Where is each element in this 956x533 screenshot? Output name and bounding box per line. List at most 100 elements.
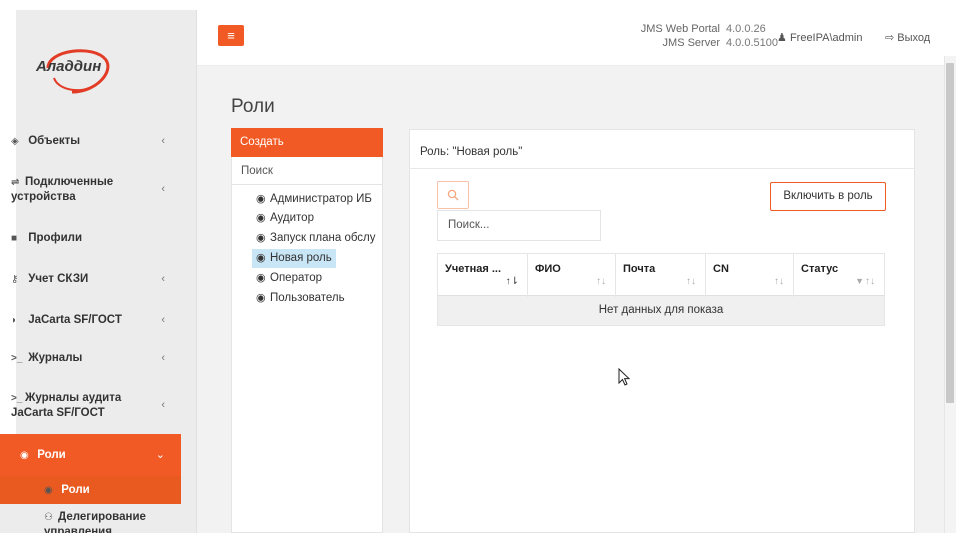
role-label: Администратор ИБ bbox=[270, 193, 372, 205]
mouse-cursor-icon bbox=[618, 368, 631, 386]
search-icon bbox=[447, 189, 459, 201]
user-icon: ♟ bbox=[777, 32, 787, 44]
sidebar-item-label: управления bbox=[44, 526, 112, 533]
scrollbar-thumb[interactable] bbox=[946, 63, 954, 403]
user-menu[interactable]: ♟ FreeIPA\admin bbox=[777, 31, 863, 44]
role-item-selected[interactable]: ◉ Новая роль bbox=[252, 249, 336, 268]
logout-label: Выход bbox=[897, 32, 931, 44]
filter-icon[interactable]: ▼ bbox=[855, 276, 864, 286]
user-circle-icon: ◉ bbox=[256, 292, 266, 304]
users-plus-icon: ⚇ bbox=[44, 512, 53, 523]
user-circle-icon: ◉ bbox=[44, 485, 53, 496]
chevron-left-icon: ‹ bbox=[161, 314, 165, 326]
chevron-left-icon: ‹ bbox=[161, 135, 165, 147]
sidebar-item-label: Журналы аудита bbox=[25, 392, 122, 404]
sidebar-item-label: Профили bbox=[28, 232, 83, 244]
user-circle-icon: ◉ bbox=[256, 272, 266, 284]
page-title: Роли bbox=[231, 96, 275, 117]
sidebar-item-roles[interactable]: ◉ Роли ⌄ bbox=[0, 434, 181, 476]
usb-icon: ⇌ bbox=[11, 177, 20, 188]
logout-link[interactable]: ⇨ Выход bbox=[885, 31, 930, 44]
table-header: Учетная ... ↑⇂ ФИО ↑↓ Почта ↑↓ CN ↑↓ Ста… bbox=[437, 253, 885, 297]
user-circle-icon: ◉ bbox=[256, 252, 266, 264]
column-fio[interactable]: ФИО ↑↓ bbox=[528, 254, 616, 297]
sidebar-item-jacarta[interactable]: ◗ JaCarta SF/ГОСТ ‹ bbox=[0, 313, 181, 327]
column-label: Почта bbox=[623, 263, 656, 275]
diamond-icon: ◈ bbox=[11, 136, 19, 147]
role-label: Аудитор bbox=[270, 212, 314, 224]
server-version: 4.0.0.5100 bbox=[726, 37, 778, 49]
sidebar-item-skzi[interactable]: ⚷ Учет СКЗИ ‹ bbox=[0, 272, 181, 286]
sidebar-item-logs[interactable]: >_ Журналы ‹ bbox=[0, 351, 181, 365]
sidebar-item-label: Делегирование bbox=[58, 511, 146, 523]
sidebar-subitem-roles[interactable]: ◉ Роли bbox=[0, 476, 181, 504]
sort-icon[interactable]: ↑⇂ bbox=[506, 276, 519, 287]
logout-icon: ⇨ bbox=[885, 32, 895, 44]
empty-table-message: Нет данных для показа bbox=[437, 296, 885, 326]
role-label: Оператор bbox=[270, 272, 323, 284]
chevron-left-icon: ‹ bbox=[161, 183, 165, 195]
role-label: Новая роль bbox=[270, 252, 332, 264]
logo-area: Аладдин bbox=[16, 10, 196, 130]
portal-version: 4.0.0.26 bbox=[726, 23, 766, 35]
sidebar-item-label: Роли bbox=[37, 449, 66, 461]
portal-label: JMS Web Portal bbox=[640, 23, 720, 35]
column-status[interactable]: Статус ▼ ↑↓ bbox=[794, 254, 884, 297]
terminal-icon: >_ bbox=[11, 353, 23, 364]
user-circle-icon: ◉ bbox=[20, 450, 29, 461]
sidebar-item-label: Журналы bbox=[28, 352, 83, 364]
user-name: FreeIPA\admin bbox=[789, 32, 863, 44]
member-search-input[interactable]: Поиск... bbox=[437, 210, 601, 241]
folder-icon: ■ bbox=[11, 233, 18, 244]
sidebar-item-audit-logs[interactable]: >_ Журналы аудита JaCarta SF/ГОСТ ‹ bbox=[0, 391, 181, 419]
members-table: Учетная ... ↑⇂ ФИО ↑↓ Почта ↑↓ CN ↑↓ Ста… bbox=[437, 253, 885, 326]
include-in-role-button[interactable]: Включить в роль bbox=[770, 182, 886, 211]
create-role-button[interactable]: Создать bbox=[231, 128, 383, 157]
chevron-left-icon: ‹ bbox=[161, 273, 165, 285]
sidebar-item-label: JaCarta SF/ГОСТ bbox=[11, 407, 105, 419]
chevron-down-icon: ⌄ bbox=[155, 449, 165, 461]
logo-text: Аладдин bbox=[36, 58, 102, 75]
hamburger-menu-button[interactable]: ≡ bbox=[218, 25, 244, 46]
version-info: JMS Web Portal 4.0.0.26 JMS Server 4.0.0.5… bbox=[597, 22, 782, 50]
user-circle-icon: ◉ bbox=[256, 212, 266, 224]
sidebar-subitem-delegation[interactable]: ⚇ Делегирование управления bbox=[0, 504, 181, 533]
role-item[interactable]: ◉ Оператор bbox=[252, 269, 326, 288]
column-email[interactable]: Почта ↑↓ bbox=[616, 254, 706, 297]
column-label: ФИО bbox=[535, 263, 561, 275]
topbar: ≡ JMS Web Portal 4.0.0.26 JMS Server 4.0.0… bbox=[197, 10, 956, 66]
sort-icon[interactable]: ↑↓ bbox=[596, 276, 606, 287]
chevron-left-icon: ‹ bbox=[161, 352, 165, 364]
role-label: Пользователь bbox=[270, 292, 345, 304]
server-label: JMS Server bbox=[662, 37, 720, 49]
sidebar-item-label: устройства bbox=[11, 191, 76, 203]
column-cn[interactable]: CN ↑↓ bbox=[706, 254, 794, 297]
sidebar-item-label: Объекты bbox=[28, 135, 81, 147]
role-list-panel bbox=[231, 128, 383, 533]
role-item[interactable]: ◉ Аудитор bbox=[252, 209, 318, 228]
column-account[interactable]: Учетная ... ↑⇂ bbox=[438, 254, 528, 297]
search-button[interactable] bbox=[437, 181, 469, 209]
terminal-icon: >_ bbox=[11, 393, 23, 404]
sidebar-item-profiles[interactable]: ■ Профили bbox=[0, 231, 181, 245]
sidebar-item-label: Учет СКЗИ bbox=[28, 273, 89, 285]
sort-icon[interactable]: ↑↓ bbox=[774, 276, 784, 287]
role-search-input[interactable]: Поиск bbox=[232, 158, 382, 185]
sidebar-item-objects[interactable]: ◈ Объекты ‹ bbox=[0, 134, 181, 148]
sidebar-item-label: JaCarta SF/ГОСТ bbox=[28, 314, 122, 326]
role-item[interactable]: ◉ Запуск плана обслу bbox=[252, 229, 383, 248]
shield-icon: ◗ bbox=[11, 315, 18, 326]
sidebar-item-connected-devices[interactable]: ⇌ Подключенные устройства ‹ bbox=[0, 175, 181, 203]
sort-icon[interactable]: ↑↓ bbox=[686, 276, 696, 287]
sidebar-item-label: Роли bbox=[61, 484, 90, 496]
chevron-left-icon: ‹ bbox=[161, 399, 165, 411]
user-circle-icon: ◉ bbox=[256, 193, 266, 205]
sort-icon[interactable]: ↑↓ bbox=[865, 276, 875, 287]
user-circle-icon: ◉ bbox=[256, 232, 266, 244]
column-label: Учетная ... bbox=[445, 263, 501, 275]
column-label: Статус bbox=[801, 263, 839, 275]
column-label: CN bbox=[713, 263, 729, 275]
role-item[interactable]: ◉ Администратор ИБ bbox=[252, 190, 376, 209]
sidebar-item-label: Подключенные bbox=[25, 176, 114, 188]
role-item[interactable]: ◉ Пользователь bbox=[252, 289, 349, 308]
